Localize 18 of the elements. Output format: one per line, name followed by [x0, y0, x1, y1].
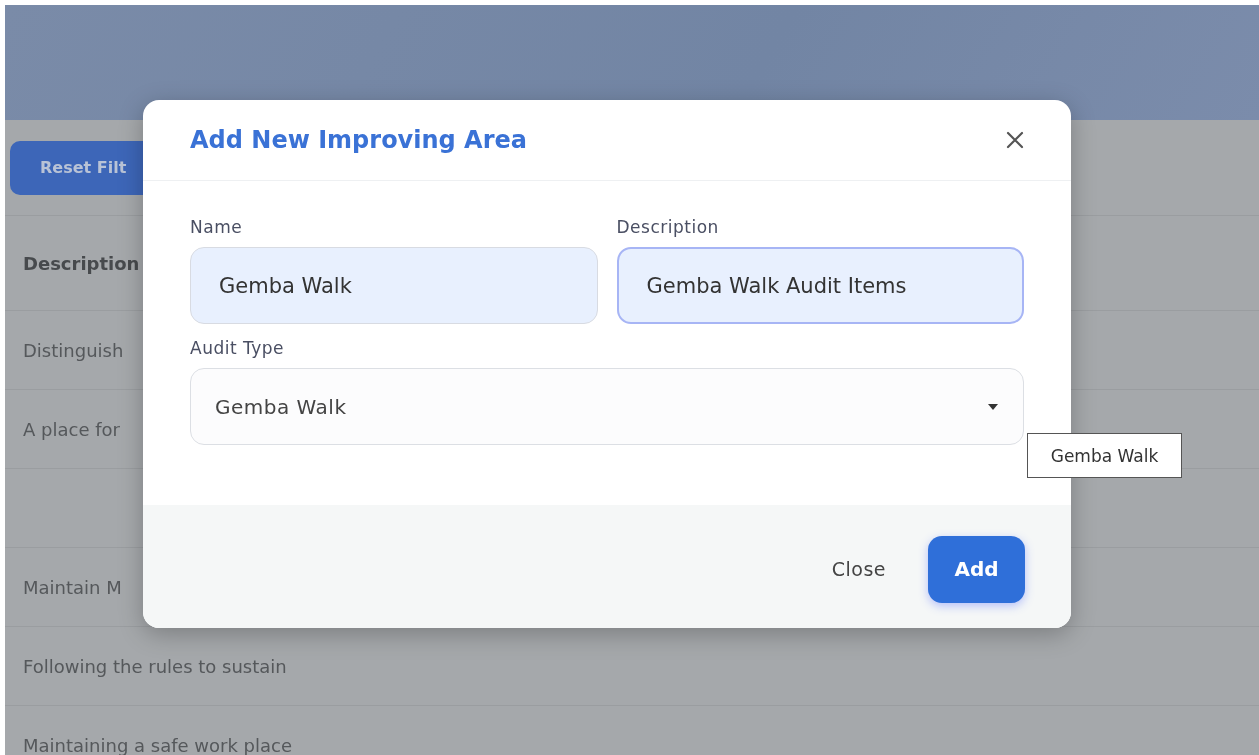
table-cell: Distinguish: [23, 339, 124, 361]
table-cell: A place for: [23, 418, 120, 440]
input-field[interactable]: Gemba Walk Audit Items: [616, 247, 1024, 324]
field-label: Name: [190, 217, 244, 237]
table-cell: Maintain M: [23, 576, 122, 598]
close-icon[interactable]: [1005, 130, 1025, 150]
add-button[interactable]: Add: [928, 535, 1025, 603]
input-field[interactable]: Gemba Walk: [190, 247, 598, 324]
tooltip: Gemba Walk: [1027, 433, 1182, 478]
table-cell: Maintaining a safe work place: [23, 734, 293, 755]
column-header: Description: [23, 252, 140, 274]
dialog-title: Add New Improving Area: [190, 126, 527, 154]
field-label: Audit Type: [190, 338, 286, 358]
close-button[interactable]: Close: [831, 558, 886, 580]
dropdown[interactable]: Gemba Walk: [190, 368, 1024, 445]
table-cell: Following the rules to sustain: [23, 655, 287, 677]
field-label: Description: [616, 217, 720, 237]
caret-icon: [988, 403, 998, 410]
